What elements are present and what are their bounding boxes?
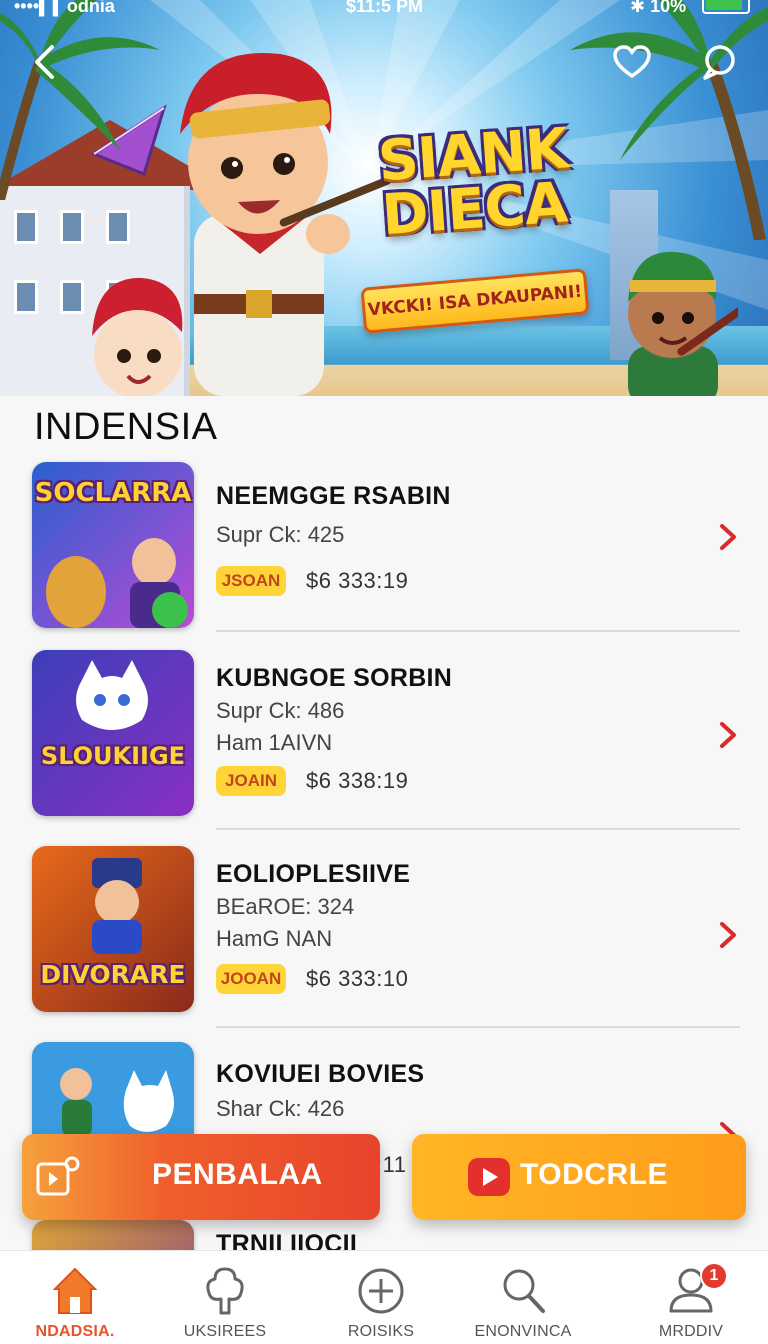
play-icon <box>468 1158 510 1196</box>
nav-item-search[interactable]: ENONVINCA <box>448 1251 598 1344</box>
hero-title: SIANK DIECA <box>376 116 570 249</box>
secondary-action-label: TODCRLE <box>520 1158 668 1191</box>
item-detail: Supr Ck: 486 <box>216 698 345 723</box>
item-price: $6 338:19 <box>306 768 409 793</box>
item-detail: Shar Ck: 426 <box>216 1096 345 1121</box>
thumbnail-title: SOCLARRA <box>34 478 192 508</box>
item-thumbnail: SOCLARRA <box>32 462 194 628</box>
back-button[interactable] <box>24 42 64 82</box>
item-detail-secondary: Ham 1AIVN <box>216 730 333 755</box>
nav-item-home[interactable]: NDADSIA. <box>0 1251 150 1344</box>
item-name: EOLIOPLESIIVE <box>216 860 411 888</box>
nav-label-add: ROISIKS <box>347 1323 415 1340</box>
hero-title-block: SIANK DIECA <box>376 116 590 248</box>
divider <box>216 828 740 830</box>
favorite-button[interactable] <box>612 42 652 82</box>
thumbnail-title: DIVORARE <box>40 960 186 989</box>
carrier-signal: ••••▍▍odnia <box>14 0 115 16</box>
list-item[interactable]: SLOUKIIGE KUBNGOE SORBIN Supr Ck: 486 Ha… <box>0 650 768 846</box>
share-button[interactable] <box>700 42 740 82</box>
item-name: NEEMGGE RSABIN <box>216 482 451 510</box>
item-name: KUBNGOE SORBIN <box>216 664 453 692</box>
secondary-action-button[interactable]: TODCRLE <box>412 1134 746 1220</box>
left-kid-character <box>92 277 183 396</box>
status-badge: JSOAN <box>216 566 286 596</box>
status-badge: JOOAN <box>216 964 286 994</box>
list-item[interactable]: TRNII IIOCII <box>0 1220 768 1250</box>
chevron-right-icon[interactable] <box>716 720 740 750</box>
thumbnail-title: SLOUKIIGE <box>40 742 186 770</box>
item-thumbnail: DIVORARE <box>32 846 194 1012</box>
nav-item-add[interactable]: ROISIKS <box>306 1251 456 1344</box>
item-detail-secondary: HamG NAN <box>216 926 333 951</box>
nav-item-trees[interactable]: UKSIREES <box>150 1251 300 1344</box>
plus-circle-icon <box>358 1268 404 1314</box>
chevron-right-icon[interactable] <box>716 522 740 552</box>
divider <box>216 1026 740 1028</box>
status-time: $11:5 PM <box>346 0 424 16</box>
notification-badge: 1 <box>700 1262 728 1290</box>
primary-action-label: PENBALAA <box>152 1158 323 1191</box>
divider <box>216 630 740 632</box>
section-title: INDENSIA <box>34 406 218 448</box>
battery-percent: ✱ 10% <box>630 0 687 16</box>
tree-icon <box>206 1267 244 1315</box>
home-icon <box>52 1267 98 1314</box>
chevron-left-icon <box>35 45 54 79</box>
item-price-partial: :11 <box>376 1152 407 1177</box>
item-thumbnail <box>32 1220 194 1250</box>
item-price: $6 333:10 <box>306 966 409 991</box>
heart-icon <box>613 45 651 79</box>
list-item[interactable]: SOCLARRA NEEMGGE RSABIN Supr Ck: 425 JSO… <box>0 462 768 658</box>
primary-action-button[interactable]: PENBALAA <box>22 1134 380 1220</box>
battery-icon <box>702 0 750 14</box>
status-badge: JOAIN <box>216 766 286 796</box>
item-name: KOVIUEI BOVIES <box>216 1060 425 1088</box>
item-detail: BEaROE: 324 <box>216 894 355 919</box>
nav-label-home: NDADSIA. <box>35 1323 115 1340</box>
chat-icon <box>703 45 735 80</box>
video-icon <box>36 1156 80 1196</box>
nav-label-profile: MRDDIV <box>658 1323 724 1340</box>
bottom-nav: NDADSIA. UKSIREES ROISIKS ENONVINCA MRDD… <box>0 1250 768 1344</box>
list-item[interactable]: DIVORARE EOLIOPLESIIVE BEaROE: 324 HamG … <box>0 846 768 1042</box>
item-name: TRNII IIOCII <box>216 1230 358 1250</box>
item-thumbnail: SLOUKIIGE <box>32 650 194 816</box>
search-icon <box>503 1269 545 1313</box>
nav-label-trees: UKSIREES <box>183 1323 267 1340</box>
nav-label-search: ENONVINCA <box>474 1323 572 1340</box>
status-bar: ••••▍▍odnia $11:5 PM ✱ 10% <box>0 0 768 16</box>
item-detail: Supr Ck: 425 <box>216 522 345 547</box>
right-kid-character <box>628 251 738 396</box>
nav-item-profile[interactable]: MRDDIV <box>616 1251 766 1344</box>
hero-banner[interactable]: SIANK DIECA VKCKI! ISA DKAUPANI! ••••▍▍o… <box>0 0 768 396</box>
item-price: $6 333:19 <box>306 568 409 593</box>
chevron-right-icon[interactable] <box>716 920 740 950</box>
